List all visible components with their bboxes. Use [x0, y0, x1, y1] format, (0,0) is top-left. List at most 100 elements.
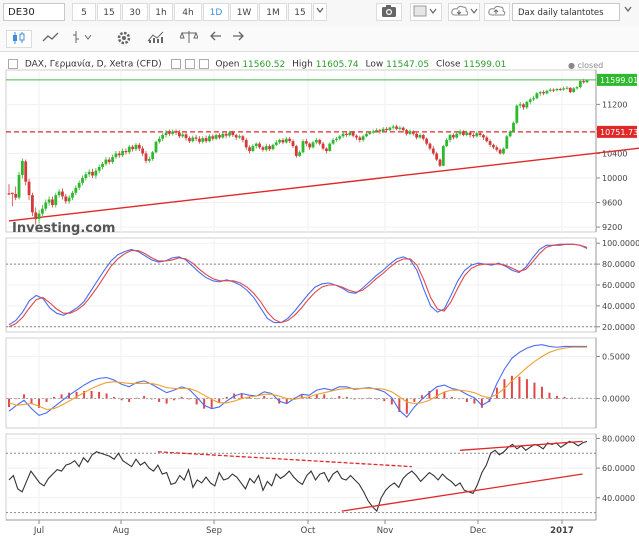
y-tick-label-3: 40.0000	[602, 494, 635, 503]
candle-body	[291, 141, 295, 147]
histogram-bar	[128, 398, 131, 402]
candle-body	[254, 143, 258, 147]
candle-body	[67, 197, 71, 202]
candle-body	[34, 212, 38, 220]
template-select[interactable]: Dax daily talantotes	[512, 3, 620, 21]
candle-body	[74, 187, 78, 193]
timeframe-30[interactable]: 30	[122, 3, 148, 21]
candle-body	[378, 130, 382, 132]
candle-body	[398, 127, 402, 129]
candle-body	[228, 132, 231, 136]
timeframe-1d[interactable]: 1D	[203, 3, 229, 21]
cloud-download-icon[interactable]	[448, 3, 480, 21]
candle-body	[435, 153, 439, 160]
histogram-bar	[540, 386, 543, 399]
histogram-bar	[548, 392, 551, 399]
candle-body	[94, 170, 98, 176]
candle-body	[421, 135, 425, 139]
candle-body	[532, 98, 535, 100]
timeframe-1w[interactable]: 1W	[230, 3, 258, 21]
candle-body	[331, 139, 335, 144]
y-tick-label-1: 80.0000	[602, 260, 635, 269]
candle-body	[568, 87, 572, 93]
candle-body	[358, 137, 362, 140]
candle-body	[288, 138, 292, 142]
compare-icon[interactable]	[176, 30, 202, 48]
candle-body	[351, 132, 355, 136]
histogram-bar	[465, 398, 468, 402]
candle-body	[361, 136, 365, 140]
histogram-bar	[98, 391, 101, 399]
timeframe-5[interactable]: 5	[72, 3, 96, 21]
candle-body	[127, 146, 131, 153]
undo-icon[interactable]	[206, 30, 226, 48]
candle-body	[441, 146, 445, 166]
candle-body	[458, 131, 462, 134]
candle-body	[284, 138, 288, 143]
bar-type-icon[interactable]	[68, 30, 98, 48]
histogram-bar	[45, 398, 48, 402]
timeframe-15-custom[interactable]: 15	[288, 3, 312, 21]
timeframe-4h[interactable]: 4h	[174, 3, 202, 21]
indicators-icon[interactable]	[144, 30, 170, 48]
color-box-icon[interactable]	[410, 3, 442, 21]
x-tick-label: Sep	[206, 526, 222, 536]
candle-body	[137, 144, 141, 149]
candle-body	[174, 131, 178, 133]
candle-body	[258, 143, 261, 148]
timeframe-15[interactable]: 15	[97, 3, 121, 21]
histogram-bar	[435, 389, 438, 399]
candle-body	[218, 135, 221, 138]
candle-body	[278, 139, 282, 143]
histogram-bar	[30, 398, 33, 404]
line-chart-icon[interactable]	[38, 30, 64, 48]
candle-body	[30, 195, 34, 213]
chevron-down-icon[interactable]	[621, 3, 635, 21]
redo-icon[interactable]	[228, 30, 248, 48]
y-tick-label-2: 0.5000	[602, 353, 630, 362]
candle-body	[97, 166, 101, 171]
candle-body	[535, 93, 539, 99]
candle-body	[495, 147, 499, 150]
candles-icon[interactable]	[6, 30, 32, 48]
candle-body	[87, 171, 91, 175]
level-label: 10751.73	[600, 128, 638, 137]
camera-icon[interactable]	[376, 3, 402, 21]
candle-body	[318, 139, 322, 144]
candle-body	[335, 138, 338, 140]
rsi-trendline-1	[341, 473, 583, 512]
candle-body	[14, 193, 18, 198]
candle-body	[324, 148, 328, 151]
candle-body	[401, 127, 405, 131]
candle-body	[508, 131, 512, 137]
timeframe-1m[interactable]: 1M	[259, 3, 287, 21]
histogram-bar	[495, 387, 498, 399]
candle-body	[502, 148, 505, 154]
candle-body	[151, 152, 155, 159]
candle-body	[84, 174, 88, 178]
candle-body	[134, 144, 138, 150]
candle-body	[20, 160, 24, 175]
candle-body	[164, 132, 168, 136]
symbol-input[interactable]: DE30	[3, 3, 65, 21]
timeframe-1h[interactable]: 1h	[149, 3, 173, 21]
chart-canvas[interactable]: 920096001000010400108001120010751.731159…	[0, 51, 639, 540]
candle-body	[194, 137, 198, 139]
chevron-down-icon[interactable]	[313, 3, 327, 21]
candle-body	[311, 142, 315, 148]
candle-body	[61, 191, 64, 197]
candle-body	[107, 159, 111, 163]
candle-body	[522, 104, 525, 108]
rsi-trendline-0	[157, 451, 412, 468]
candle-body	[234, 135, 238, 138]
candle-body	[167, 132, 171, 134]
candle-body	[431, 148, 435, 154]
histogram-bar	[533, 382, 536, 399]
candle-body	[221, 133, 225, 138]
candle-body	[198, 138, 201, 142]
candle-body	[575, 87, 579, 89]
candle-body	[47, 199, 51, 203]
settings-icon[interactable]	[112, 30, 136, 48]
cloud-upload-icon[interactable]	[484, 3, 510, 21]
candle-body	[104, 159, 108, 164]
